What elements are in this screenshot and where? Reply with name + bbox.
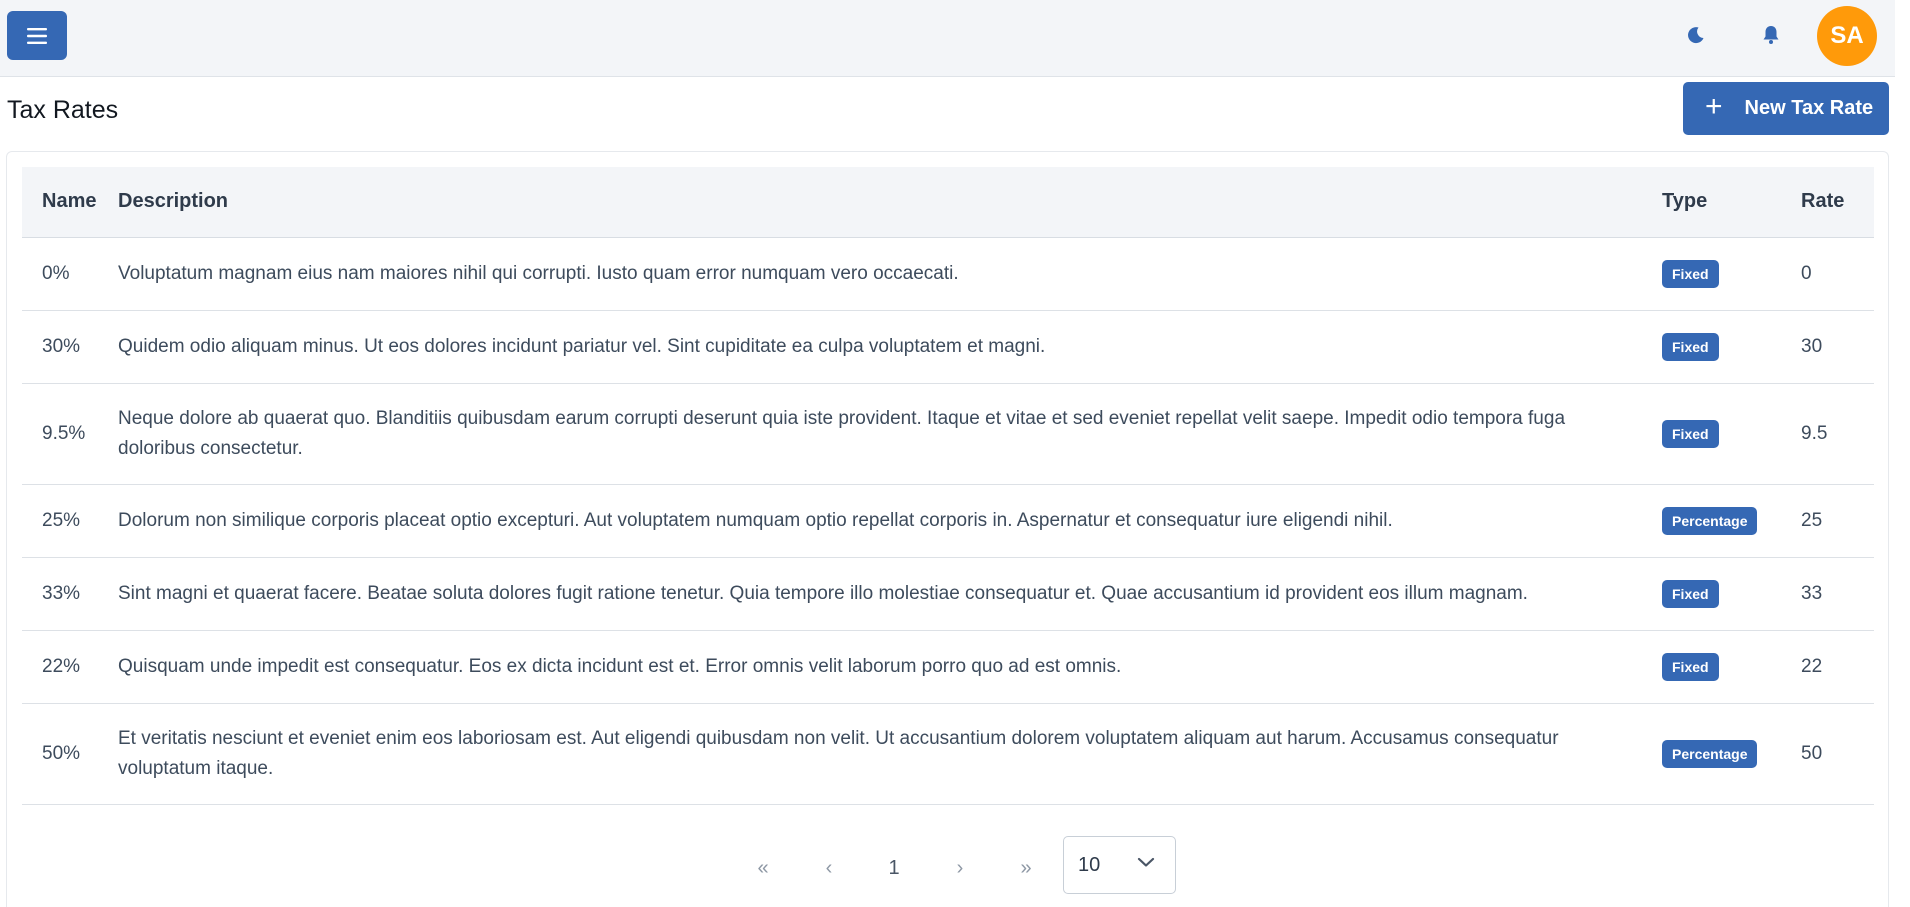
cell-rate: 0 (1801, 237, 1874, 311)
app-page: SA Tax Rates + New Tax Rate Name Descrip… (0, 0, 1910, 907)
table-row[interactable]: 22% Quisquam unde impedit est consequatu… (22, 630, 1874, 704)
cell-rate: 30 (1801, 310, 1874, 384)
cell-name: 25% (22, 484, 118, 558)
menu-button[interactable] (7, 11, 67, 60)
tax-rates-card: Name Description Type Rate 0% Voluptatum… (6, 151, 1889, 907)
page-size-value: 10 (1078, 853, 1101, 876)
new-tax-rate-label: New Tax Rate (1744, 97, 1874, 119)
cell-type: Percentage (1662, 484, 1801, 558)
type-badge: Fixed (1662, 332, 1719, 361)
plus-icon: + (1705, 90, 1723, 123)
cell-name: 22% (22, 630, 118, 704)
avatar-initials: SA (1830, 22, 1864, 49)
tax-rates-table: Name Description Type Rate 0% Voluptatum… (22, 167, 1874, 805)
column-header-description[interactable]: Description (118, 167, 1662, 238)
cell-name: 33% (22, 557, 118, 631)
previous-page-button[interactable]: ‹ (809, 851, 849, 885)
user-avatar[interactable]: SA (1817, 6, 1877, 66)
cell-description: Dolorum non similique corporis placeat o… (118, 484, 1662, 558)
page-number-1[interactable]: 1 (874, 851, 914, 885)
cell-description: Sint magni et quaerat facere. Beatae sol… (118, 557, 1662, 631)
cell-name: 9.5% (22, 383, 118, 485)
cell-description: Quisquam unde impedit est consequatur. E… (118, 630, 1662, 704)
table-row[interactable]: 50% Et veritatis nesciunt et eveniet eni… (22, 703, 1874, 805)
cell-rate: 9.5 (1801, 383, 1874, 485)
cell-type: Fixed (1662, 383, 1801, 485)
chevron-down-icon (1137, 857, 1155, 867)
cell-name: 50% (22, 703, 118, 805)
table-header-row: Name Description Type Rate (22, 167, 1874, 238)
type-badge: Percentage (1662, 506, 1758, 535)
table-row[interactable]: 33% Sint magni et quaerat facere. Beatae… (22, 557, 1874, 631)
cell-description: Et veritatis nesciunt et eveniet enim eo… (118, 703, 1662, 805)
page-title: Tax Rates (7, 96, 119, 124)
cell-type: Fixed (1662, 310, 1801, 384)
page-scrollbar[interactable] (1895, 0, 1910, 907)
column-header-type[interactable]: Type (1662, 167, 1801, 238)
cell-type: Percentage (1662, 703, 1801, 805)
next-page-button[interactable]: › (940, 851, 980, 885)
hamburger-icon (27, 27, 47, 44)
cell-name: 0% (22, 237, 118, 311)
column-header-name[interactable]: Name (22, 167, 118, 238)
type-badge: Fixed (1662, 652, 1719, 681)
cell-type: Fixed (1662, 630, 1801, 704)
top-bar: SA (0, 0, 1910, 77)
first-page-button[interactable]: « (743, 851, 783, 885)
page-size-select[interactable]: 10 (1063, 836, 1176, 894)
cell-rate: 50 (1801, 703, 1874, 805)
last-page-button[interactable]: » (1006, 851, 1046, 885)
cell-description: Voluptatum magnam eius nam maiores nihil… (118, 237, 1662, 311)
cell-description: Quidem odio aliquam minus. Ut eos dolore… (118, 310, 1662, 384)
table-row[interactable]: 30% Quidem odio aliquam minus. Ut eos do… (22, 310, 1874, 384)
notifications-button[interactable] (1753, 17, 1789, 53)
pagination: « ‹ 1 › » 10 (22, 833, 1874, 903)
type-badge: Percentage (1662, 739, 1758, 768)
type-badge: Fixed (1662, 579, 1719, 608)
cell-rate: 33 (1801, 557, 1874, 631)
table-row[interactable]: 9.5% Neque dolore ab quaerat quo. Blandi… (22, 383, 1874, 485)
cell-rate: 25 (1801, 484, 1874, 558)
new-tax-rate-button[interactable]: + New Tax Rate (1683, 82, 1889, 135)
table-container: Name Description Type Rate 0% Voluptatum… (22, 167, 1874, 894)
cell-rate: 22 (1801, 630, 1874, 704)
type-badge: Fixed (1662, 259, 1719, 288)
bell-icon (1763, 26, 1779, 44)
cell-type: Fixed (1662, 557, 1801, 631)
table-row[interactable]: 0% Voluptatum magnam eius nam maiores ni… (22, 237, 1874, 311)
moon-icon (1688, 27, 1704, 44)
theme-toggle-button[interactable] (1678, 17, 1714, 53)
cell-type: Fixed (1662, 237, 1801, 311)
cell-description: Neque dolore ab quaerat quo. Blanditiis … (118, 383, 1662, 485)
type-badge: Fixed (1662, 419, 1719, 448)
column-header-rate[interactable]: Rate (1801, 167, 1874, 238)
table-row[interactable]: 25% Dolorum non similique corporis place… (22, 484, 1874, 558)
cell-name: 30% (22, 310, 118, 384)
